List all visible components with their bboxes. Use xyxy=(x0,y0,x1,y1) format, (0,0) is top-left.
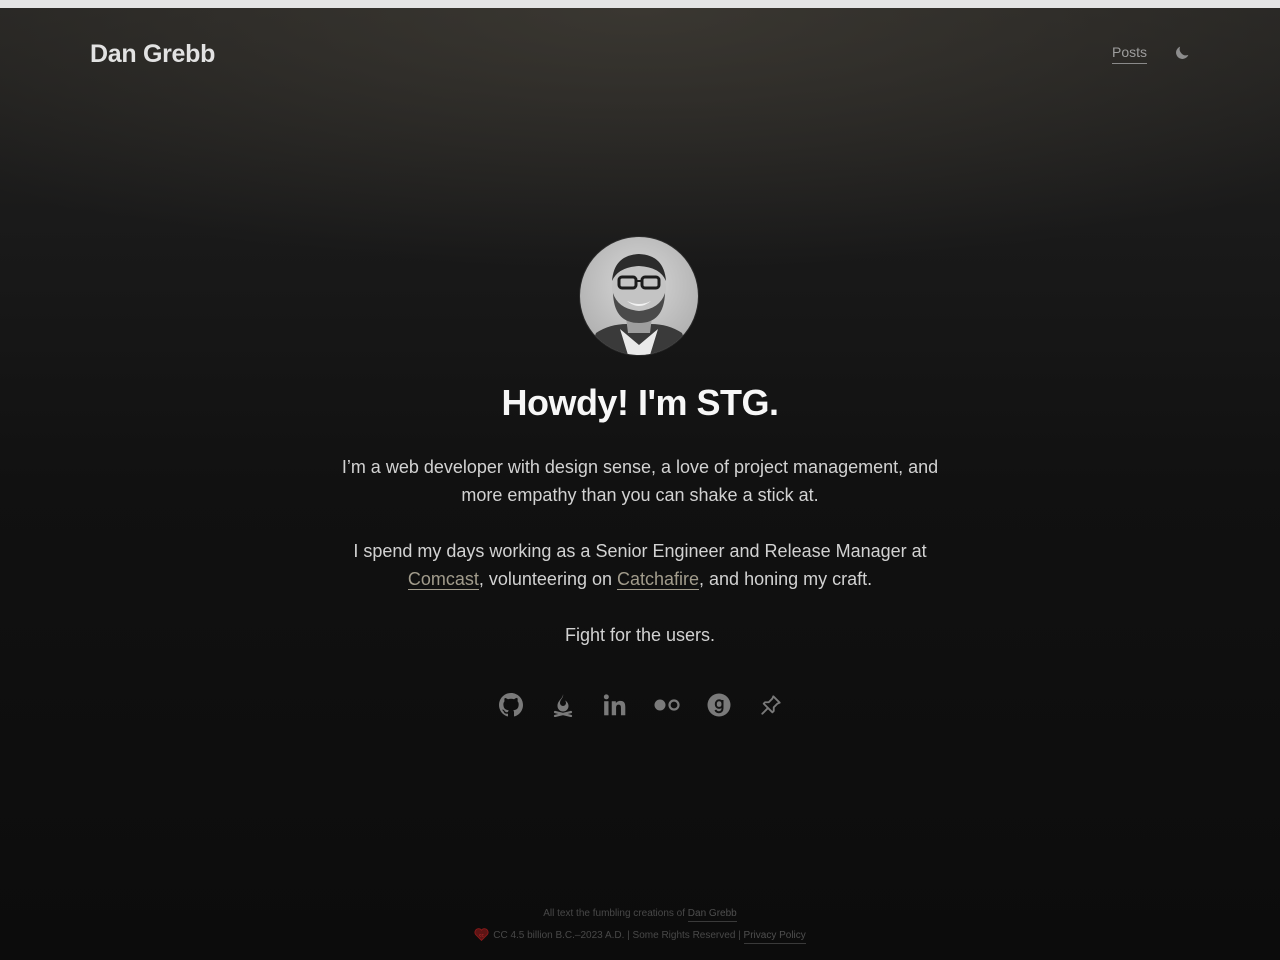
footer-license: cc CC 4.5 billion B.C.–2023 A.D. | Some … xyxy=(0,928,1280,944)
campfire-icon xyxy=(553,694,573,717)
github-icon xyxy=(499,693,523,717)
site-title-link[interactable]: Dan Grebb xyxy=(90,40,215,69)
privacy-policy-link[interactable]: Privacy Policy xyxy=(743,930,806,944)
moon-icon xyxy=(1176,46,1189,59)
svg-text:cc: cc xyxy=(479,933,484,938)
github-link[interactable] xyxy=(497,691,525,719)
browser-top-strip xyxy=(0,0,1280,8)
pin-icon xyxy=(761,695,781,715)
pin-link[interactable] xyxy=(757,691,785,719)
heart-icon: cc xyxy=(474,928,489,944)
footer-credits: All text the fumbling creations of Dan G… xyxy=(0,908,1280,922)
flickr-icon xyxy=(654,699,680,711)
work-text-before: I spend my days working as a Senior Engi… xyxy=(353,541,927,561)
linkedin-icon xyxy=(603,694,626,716)
flickr-link[interactable] xyxy=(653,691,681,719)
nav-posts-link[interactable]: Posts xyxy=(1112,44,1148,64)
footer-credits-text: All text the fumbling creations of xyxy=(543,908,688,919)
footer-license-text: CC 4.5 billion B.C.–2023 A.D. | Some Rig… xyxy=(493,930,744,941)
work-text-middle: , volunteering on xyxy=(478,569,617,589)
intro-paragraph: I’m a web developer with design sense, a… xyxy=(341,457,939,505)
motto-paragraph: Fight for the users. xyxy=(564,625,716,645)
work-text-after: , and honing my craft. xyxy=(699,569,873,589)
campfire-link[interactable] xyxy=(549,691,577,719)
profile-photo xyxy=(580,237,698,355)
catchafire-link[interactable]: Catchafire xyxy=(616,569,700,590)
page: Dan Grebb Posts Howdy! I'm STG. I’m a we… xyxy=(0,8,1280,960)
work-paragraph: I spend my days working as a Senior Engi… xyxy=(340,537,940,593)
page-title: Howdy! I'm STG. xyxy=(501,382,779,423)
goodreads-icon xyxy=(707,693,731,717)
theme-toggle-button[interactable] xyxy=(1172,43,1192,63)
site-header: Dan Grebb Posts xyxy=(90,38,1190,74)
footer-author-link[interactable]: Dan Grebb xyxy=(687,908,737,922)
linkedin-link[interactable] xyxy=(601,691,629,719)
comcast-link[interactable]: Comcast xyxy=(407,569,479,590)
social-links xyxy=(0,691,1280,721)
avatar xyxy=(580,237,698,355)
goodreads-link[interactable] xyxy=(705,691,733,719)
